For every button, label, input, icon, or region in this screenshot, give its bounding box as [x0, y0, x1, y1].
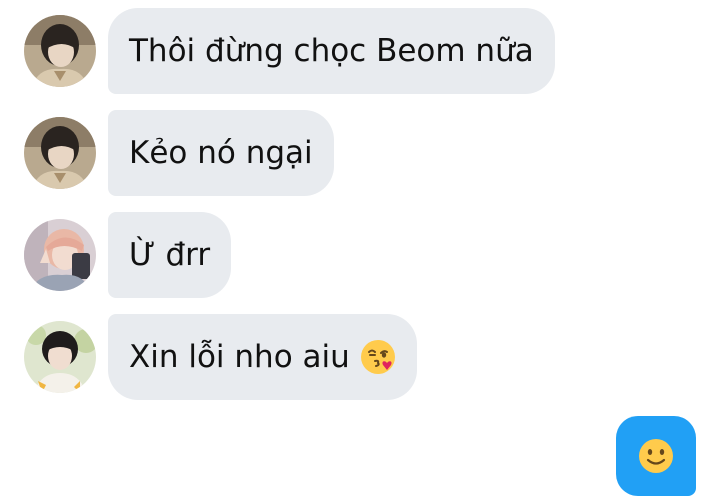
message-bubble[interactable]: Ừ đrr	[108, 212, 232, 298]
avatar[interactable]	[24, 321, 96, 393]
message-text: Xin lỗi nho aiu	[129, 339, 350, 375]
message-text: Kẻo nó ngại	[129, 135, 313, 171]
chat-thread: Thôi đừng chọc Beom nữa Kẻo nó ngại Ừ đr…	[0, 0, 720, 501]
slightly-smiling-face-icon	[639, 439, 673, 473]
message-text: Ừ đrr	[129, 237, 211, 273]
message-bubble[interactable]: Xin lỗi nho aiu	[108, 314, 417, 400]
emoji-reaction-button[interactable]	[616, 416, 696, 496]
avatar[interactable]	[24, 117, 96, 189]
message-text: Thôi đừng chọc Beom nữa	[129, 33, 534, 69]
message-bubble[interactable]: Thôi đừng chọc Beom nữa	[108, 8, 555, 94]
message-row: Kẻo nó ngại	[24, 110, 334, 196]
message-bubble[interactable]: Kẻo nó ngại	[108, 110, 334, 196]
face-blowing-a-kiss-icon	[360, 339, 396, 375]
message-row: Xin lỗi nho aiu	[24, 314, 417, 400]
message-row: Thôi đừng chọc Beom nữa	[24, 8, 555, 94]
avatar[interactable]	[24, 15, 96, 87]
avatar[interactable]	[24, 219, 96, 291]
message-row: Ừ đrr	[24, 212, 232, 298]
